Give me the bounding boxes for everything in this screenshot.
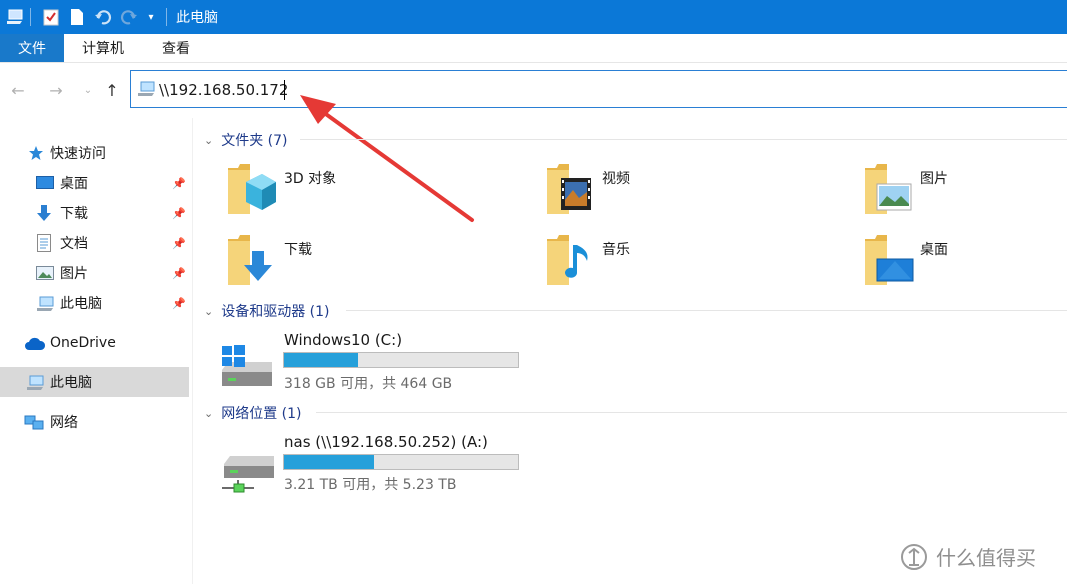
chevron-down-icon: ⌄ bbox=[204, 304, 214, 318]
group-header-network[interactable]: ⌄ 网络位置 (1) bbox=[204, 403, 302, 423]
drive-capacity-text: 318 GB 可用，共 464 GB bbox=[284, 376, 453, 392]
tab-view[interactable]: 查看 bbox=[162, 34, 190, 62]
sidebar-item-this-pc[interactable]: 此电脑 bbox=[0, 367, 189, 397]
folder-label: 音乐 bbox=[602, 242, 630, 258]
network-drive-icon bbox=[222, 456, 274, 493]
tab-file[interactable]: 文件 bbox=[0, 34, 64, 62]
drive-name: nas (\\192.168.50.252) (A:) bbox=[284, 433, 488, 451]
sidebar-item-desktop[interactable]: 桌面 📌 bbox=[0, 168, 189, 198]
download-arrow-icon bbox=[36, 204, 52, 226]
sidebar-item-label: 下载 bbox=[60, 206, 88, 222]
sidebar-item-label: 此电脑 bbox=[60, 296, 102, 312]
up-arrow-icon[interactable]: ↑ bbox=[100, 78, 124, 102]
chevron-down-icon: ⌄ bbox=[204, 133, 214, 147]
folder-desktop-icon bbox=[865, 235, 914, 285]
star-icon bbox=[28, 145, 44, 165]
pin-icon[interactable]: 📌 bbox=[172, 297, 186, 310]
address-bar[interactable]: \\192.168.50.172 bbox=[130, 70, 1067, 108]
watermark-text: 什么值得买 bbox=[936, 546, 1036, 570]
sidebar-item-this-pc-pinned[interactable]: 此电脑 📌 bbox=[0, 288, 189, 318]
sidebar-item-onedrive[interactable]: OneDrive bbox=[0, 328, 189, 358]
sidebar-item-quick-access[interactable]: 快速访问 bbox=[0, 138, 189, 168]
title-bar: ▾ 此电脑 bbox=[0, 0, 1067, 34]
group-header-devices[interactable]: ⌄ 设备和驱动器 (1) bbox=[204, 301, 330, 321]
sidebar-item-label: OneDrive bbox=[50, 335, 116, 351]
group-header-label: 文件夹 (7) bbox=[221, 133, 288, 149]
sidebar-item-label: 文档 bbox=[60, 236, 88, 252]
forward-arrow-icon[interactable]: → bbox=[44, 78, 68, 102]
undo-icon[interactable] bbox=[92, 7, 114, 27]
watermark: 什么值得买 bbox=[900, 542, 1036, 571]
sidebar-item-label: 网络 bbox=[50, 415, 78, 431]
folder-label: 3D 对象 bbox=[284, 171, 337, 187]
sidebar-item-pictures[interactable]: 图片 📌 bbox=[0, 258, 189, 288]
drive-name: Windows10 (C:) bbox=[284, 331, 403, 349]
sidebar-item-documents[interactable]: 文档 📌 bbox=[0, 228, 189, 258]
sidebar-item-label: 桌面 bbox=[60, 176, 88, 192]
folder-3d-objects-icon bbox=[228, 164, 276, 214]
watermark-logo-icon bbox=[901, 543, 927, 570]
annotation-arrow bbox=[300, 95, 474, 222]
properties-icon[interactable] bbox=[40, 7, 62, 27]
pin-icon[interactable]: 📌 bbox=[172, 207, 186, 220]
folder-label: 桌面 bbox=[920, 242, 948, 258]
sidebar-item-label: 此电脑 bbox=[50, 375, 92, 391]
drive-usage-bar bbox=[283, 454, 519, 470]
sidebar-item-label: 图片 bbox=[60, 266, 88, 282]
network-icon bbox=[24, 414, 44, 436]
pin-icon[interactable]: 📌 bbox=[172, 237, 186, 250]
folder-label: 下载 bbox=[284, 242, 312, 258]
address-text: \\192.168.50.172 bbox=[159, 81, 289, 99]
folder-pictures-icon bbox=[865, 164, 912, 214]
computer-icon[interactable] bbox=[4, 7, 26, 27]
desktop-icon bbox=[36, 176, 54, 194]
folder-downloads-icon bbox=[228, 235, 272, 285]
pin-icon[interactable]: 📌 bbox=[172, 177, 186, 190]
windows-drive-icon bbox=[222, 345, 272, 386]
pin-icon[interactable]: 📌 bbox=[172, 267, 186, 280]
network-computer-icon bbox=[137, 81, 157, 101]
folder-label: 视频 bbox=[602, 171, 630, 187]
navigation-pane: 快速访问 桌面 📌 下载 📌 文档 📌 图片 📌 此电脑 📌 OneDrive … bbox=[0, 118, 193, 584]
recent-locations-chevron-down-icon[interactable]: ⌄ bbox=[76, 78, 100, 102]
drive-capacity-text: 3.21 TB 可用，共 5.23 TB bbox=[284, 477, 457, 493]
drive-usage-bar bbox=[283, 352, 519, 368]
folder-label: 图片 bbox=[920, 171, 948, 187]
chevron-down-icon: ⌄ bbox=[204, 406, 214, 420]
tab-computer[interactable]: 计算机 bbox=[82, 34, 124, 62]
redo-icon[interactable] bbox=[118, 7, 140, 27]
sidebar-item-network[interactable]: 网络 bbox=[0, 407, 189, 437]
computer-icon bbox=[36, 296, 56, 316]
document-icon bbox=[37, 234, 51, 256]
group-header-folders[interactable]: ⌄ 文件夹 (7) bbox=[204, 130, 288, 150]
folder-music-icon bbox=[547, 235, 588, 285]
drive-usage-fill bbox=[284, 353, 358, 367]
group-header-label: 网络位置 (1) bbox=[221, 406, 302, 422]
drive-usage-fill bbox=[284, 455, 374, 469]
sidebar-item-downloads[interactable]: 下载 📌 bbox=[0, 198, 189, 228]
folder-videos-icon bbox=[547, 164, 591, 214]
back-arrow-icon[interactable]: ← bbox=[6, 78, 30, 102]
customize-toolbar-chevron-down-icon[interactable]: ▾ bbox=[144, 7, 158, 27]
text-caret bbox=[284, 80, 285, 100]
computer-icon bbox=[26, 375, 46, 395]
window-title: 此电脑 bbox=[176, 10, 218, 26]
cloud-icon bbox=[24, 337, 46, 355]
ribbon-tabs: 文件 计算机 查看 bbox=[0, 34, 1067, 63]
picture-icon bbox=[36, 266, 54, 284]
new-folder-icon[interactable] bbox=[66, 7, 88, 27]
group-header-label: 设备和驱动器 (1) bbox=[221, 304, 330, 320]
sidebar-item-label: 快速访问 bbox=[50, 146, 106, 162]
